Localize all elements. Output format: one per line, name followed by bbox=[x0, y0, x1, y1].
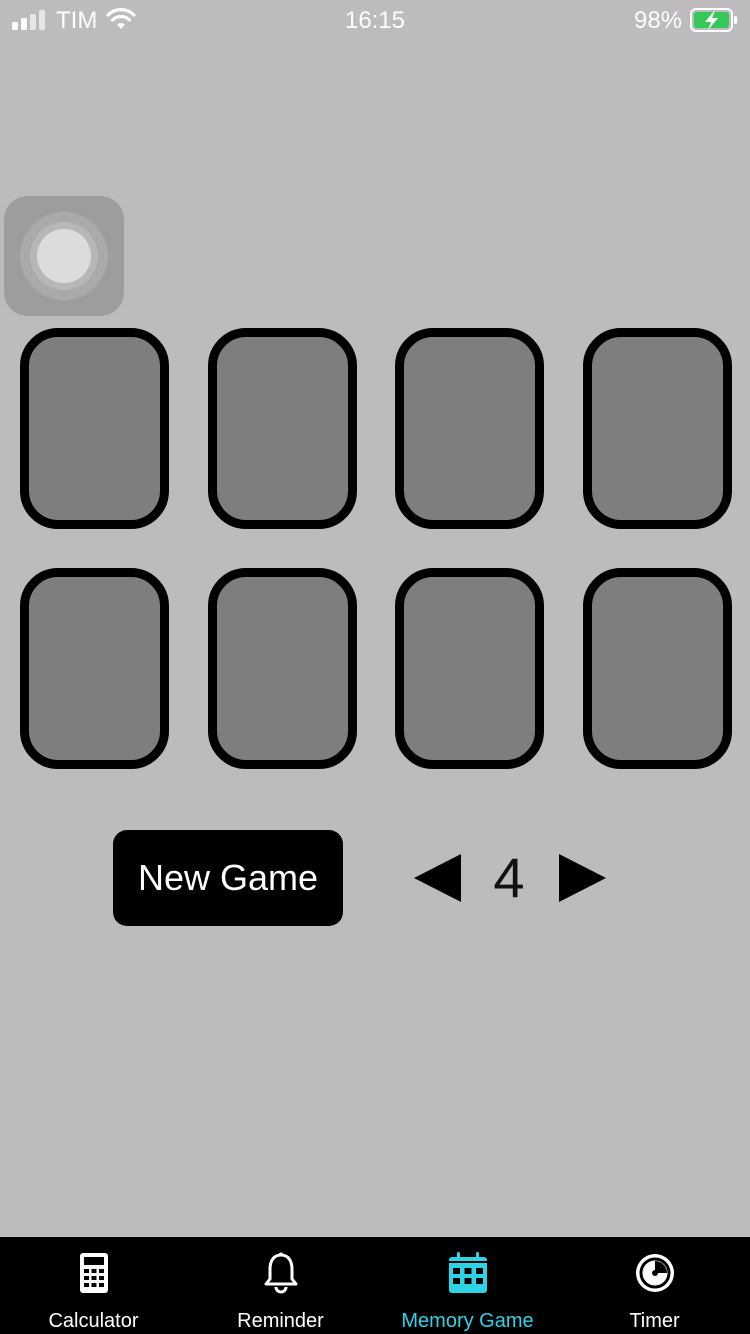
tab-label: Reminder bbox=[237, 1310, 324, 1332]
memory-card[interactable] bbox=[583, 568, 732, 769]
increase-pairs-arrow-icon[interactable] bbox=[559, 854, 606, 902]
memory-card[interactable] bbox=[20, 568, 169, 769]
tab-label: Calculator bbox=[48, 1310, 139, 1332]
memory-card[interactable] bbox=[208, 328, 357, 529]
memory-card[interactable] bbox=[208, 568, 357, 769]
tab-label: Timer bbox=[629, 1310, 680, 1332]
memory-card[interactable] bbox=[395, 328, 544, 529]
assistive-touch-button[interactable] bbox=[4, 196, 124, 316]
memory-card[interactable] bbox=[583, 328, 732, 529]
tab-label: Memory Game bbox=[401, 1310, 534, 1332]
battery-percentage: 98% bbox=[634, 7, 683, 34]
battery-charging-icon bbox=[690, 8, 737, 32]
tab-timer[interactable]: Timer bbox=[561, 1237, 748, 1334]
pair-count-value: 4 bbox=[493, 846, 525, 909]
tab-calculator[interactable]: Calculator bbox=[0, 1237, 187, 1334]
tab-bar: Calculator Reminder Memory Game Timer bbox=[0, 1237, 750, 1334]
decrease-pairs-arrow-icon[interactable] bbox=[414, 854, 461, 902]
memory-card[interactable] bbox=[395, 568, 544, 769]
status-bar: TIM 16:15 98% bbox=[0, 0, 750, 42]
calendar-grid-icon bbox=[448, 1252, 487, 1293]
calculator-icon bbox=[79, 1253, 108, 1293]
memory-card[interactable] bbox=[20, 328, 169, 529]
tab-memory-game[interactable]: Memory Game bbox=[374, 1237, 561, 1334]
timer-icon bbox=[635, 1254, 674, 1292]
bell-icon bbox=[264, 1252, 297, 1294]
tab-reminder[interactable]: Reminder bbox=[187, 1237, 374, 1334]
new-game-button[interactable]: New Game bbox=[113, 830, 343, 926]
